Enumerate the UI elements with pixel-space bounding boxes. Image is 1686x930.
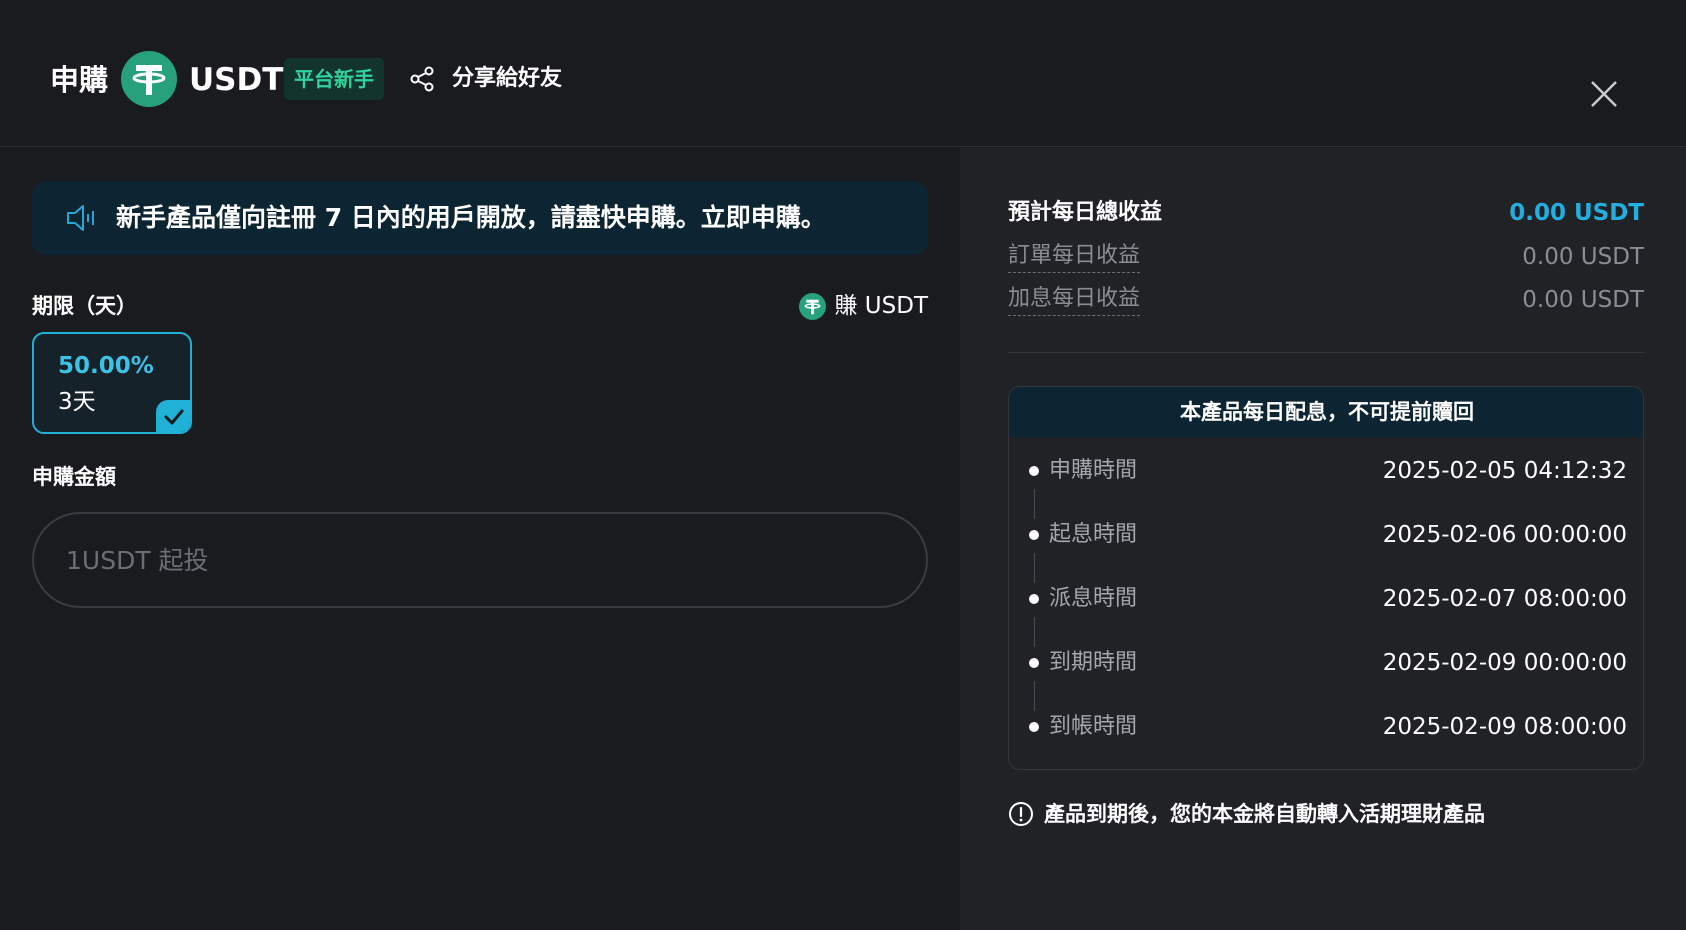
timeline-dot	[1029, 722, 1039, 732]
coin-name: USDT	[189, 62, 284, 98]
timeline-value: 2025-02-05 04:12:32	[1382, 458, 1627, 484]
total-daily-earnings-row: 預計每日總收益 0.00 USDT	[1008, 196, 1644, 230]
timeline-label: 到帳時間	[1049, 714, 1138, 739]
timeline-value: 2025-02-09 08:00:00	[1382, 714, 1627, 740]
term-label: 期限（天）	[32, 294, 137, 318]
timeline-connector	[1034, 617, 1035, 647]
order-daily-earnings-value: 0.00 USDT	[1522, 244, 1644, 270]
order-daily-earnings-row: 訂單每日收益 0.00 USDT	[1008, 240, 1644, 274]
earn-currency: 賺 USDT	[799, 291, 928, 321]
close-icon[interactable]	[1584, 74, 1624, 114]
timeline-title: 本產品每日配息，不可提前贖回	[1009, 387, 1643, 437]
schedule-timeline: 本產品每日配息，不可提前贖回 申購時間 2025-02-05 04:12:32 …	[1008, 386, 1644, 770]
timeline-value: 2025-02-09 00:00:00	[1382, 650, 1627, 676]
subscribe-form-panel: 新手產品僅向註冊 7 日內的用戶開放，請盡快申購。立即申購。 期限（天） 賺 U…	[0, 148, 960, 930]
summary-panel: 預計每日總收益 0.00 USDT 訂單每日收益 0.00 USDT 加息每日收…	[960, 148, 1686, 930]
maturity-footnote: 產品到期後，您的本金將自動轉入活期理財產品	[1008, 796, 1485, 832]
footnote-text: 產品到期後，您的本金將自動轉入活期理財產品	[1044, 802, 1485, 826]
term-option-card[interactable]: 50.00% 3天	[32, 332, 192, 434]
timeline-dot	[1029, 530, 1039, 540]
amount-label: 申購金額	[32, 465, 116, 489]
modal-header: 申購 USDT 平台新手 分享給好友	[0, 0, 1686, 147]
newbie-badge: 平台新手	[284, 58, 384, 100]
timeline-row: 到帳時間 2025-02-09 08:00:00	[1009, 709, 1643, 745]
bonus-daily-earnings-value: 0.00 USDT	[1522, 287, 1644, 313]
term-option-rate: 50.00%	[58, 353, 154, 379]
check-icon	[156, 400, 190, 432]
bonus-daily-earnings-row: 加息每日收益 0.00 USDT	[1008, 283, 1644, 317]
total-daily-earnings-label: 預計每日總收益	[1008, 200, 1163, 225]
term-option-days: 3天	[58, 389, 96, 415]
tether-icon	[799, 292, 827, 320]
timeline-connector	[1034, 681, 1035, 711]
timeline-label: 到期時間	[1049, 650, 1138, 675]
timeline-connector	[1034, 553, 1035, 583]
newbie-notice-banner: 新手產品僅向註冊 7 日內的用戶開放，請盡快申購。立即申購。	[32, 181, 928, 255]
timeline-label: 派息時間	[1049, 586, 1138, 611]
timeline-connector	[1034, 489, 1035, 519]
timeline-dot	[1029, 594, 1039, 604]
timeline-dot	[1029, 466, 1039, 476]
timeline-row: 派息時間 2025-02-07 08:00:00	[1009, 581, 1643, 617]
notice-text[interactable]: 新手產品僅向註冊 7 日內的用戶開放，請盡快申購。立即申購。	[116, 199, 826, 237]
tether-icon	[121, 51, 177, 107]
timeline-value: 2025-02-06 00:00:00	[1382, 522, 1627, 548]
modal-title: 申購	[50, 63, 109, 97]
total-daily-earnings-value: 0.00 USDT	[1509, 200, 1644, 226]
timeline-value: 2025-02-07 08:00:00	[1382, 586, 1627, 612]
timeline-dot	[1029, 658, 1039, 668]
info-icon	[1009, 802, 1033, 826]
bonus-daily-earnings-label[interactable]: 加息每日收益	[1008, 283, 1141, 316]
share-button[interactable]: 分享給好友	[452, 63, 562, 95]
timeline-label: 申購時間	[1049, 458, 1138, 483]
timeline-row: 到期時間 2025-02-09 00:00:00	[1009, 645, 1643, 681]
timeline-row: 起息時間 2025-02-06 00:00:00	[1009, 517, 1643, 553]
share-icon[interactable]	[409, 66, 435, 92]
order-daily-earnings-label[interactable]: 訂單每日收益	[1008, 240, 1141, 273]
timeline-row: 申購時間 2025-02-05 04:12:32	[1009, 453, 1643, 489]
earn-label: 賺 USDT	[834, 293, 928, 319]
amount-input[interactable]	[32, 512, 928, 608]
divider	[1008, 352, 1644, 353]
subscribe-modal: 申購 USDT 平台新手 分享給好友 新手產品僅向註冊 7 日內的用戶開放，請盡…	[0, 0, 1686, 930]
timeline-label: 起息時間	[1049, 522, 1138, 547]
speaker-icon	[67, 205, 94, 231]
